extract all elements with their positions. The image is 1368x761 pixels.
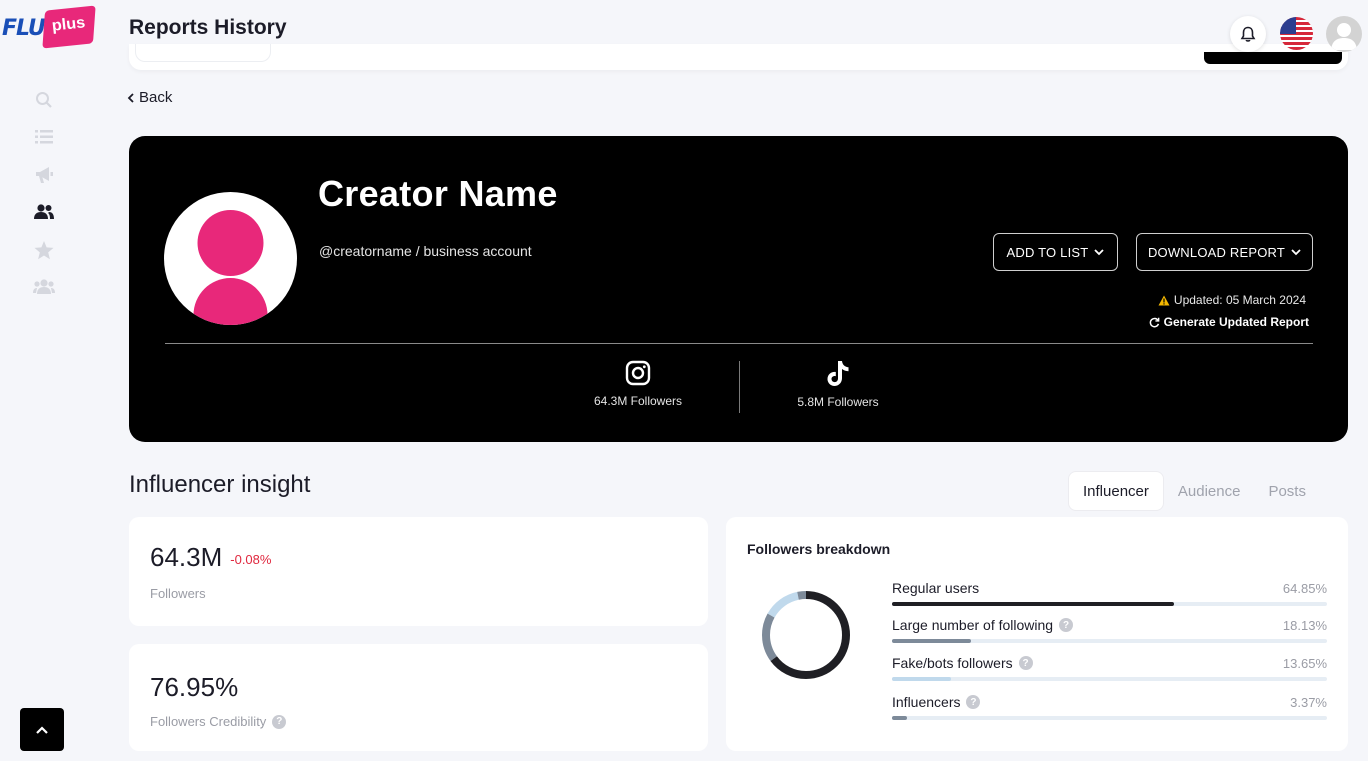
insight-tabs: Influencer Audience Posts — [1068, 471, 1320, 511]
updated-status: Updated: 05 March 2024 — [1158, 293, 1306, 307]
breakdown-label: Regular users — [892, 580, 980, 596]
regenerate-label: Generate Updated Report — [1163, 315, 1309, 329]
users-icon[interactable] — [32, 200, 56, 224]
chevron-down-icon — [1291, 248, 1301, 255]
social-separator — [739, 361, 740, 413]
breakdown-row-influencers: Influencers? 3.37% — [892, 694, 1327, 720]
updated-text: Updated: 05 March 2024 — [1173, 293, 1306, 307]
toolbar-pill[interactable] — [135, 44, 271, 62]
breakdown-bar — [892, 602, 1175, 606]
warning-icon — [1158, 295, 1170, 305]
download-report-label: DOWNLOAD REPORT — [1147, 244, 1286, 260]
section-title: Influencer insight — [129, 471, 311, 498]
tab-audience[interactable]: Audience — [1164, 471, 1255, 511]
breakdown-track — [892, 639, 1327, 643]
language-flag-us-icon[interactable] — [1280, 17, 1313, 50]
page-title: Reports History — [129, 16, 287, 39]
tiktok-stat[interactable]: 5.8M Followers — [763, 360, 913, 409]
scroll-to-top-button[interactable] — [20, 708, 64, 751]
creator-avatar — [164, 192, 297, 325]
breakdown-label: Influencers — [892, 694, 961, 710]
sidebar: FLU plus — [0, 0, 96, 761]
logo-badge: plus — [42, 5, 96, 49]
tiktok-icon — [827, 361, 849, 386]
breakdown-pct: 64.85% — [1282, 581, 1327, 596]
followers-breakdown-card: Followers breakdown Regular users 64.85%… — [726, 517, 1348, 751]
breakdown-label: Large number of following — [892, 617, 1054, 633]
list-icon[interactable] — [32, 125, 56, 149]
credibility-value: 76.95% — [150, 672, 239, 702]
breakdown-bar — [892, 716, 907, 720]
chevron-down-icon — [1094, 248, 1105, 255]
followers-change: -0.08% — [230, 551, 272, 567]
help-icon[interactable]: ? — [1018, 656, 1033, 670]
instagram-followers: 64.3M Followers — [593, 394, 683, 408]
breakdown-pct: 18.13% — [1282, 618, 1327, 633]
help-icon[interactable]: ? — [1059, 618, 1074, 632]
creator-handle: @creatorname / business account — [319, 243, 532, 259]
followers-label: Followers — [150, 586, 206, 601]
followers-value-line: 64.3M -0.08% — [150, 542, 271, 573]
creator-name: Creator Name — [318, 173, 558, 214]
tab-influencer[interactable]: Influencer — [1068, 471, 1164, 511]
breakdown-track — [892, 716, 1327, 720]
credibility-label-text: Followers Credibility — [150, 714, 267, 729]
toolbar-dark-button[interactable] — [1204, 52, 1342, 64]
tiktok-followers: 5.8M Followers — [797, 395, 879, 409]
back-link[interactable]: Back — [127, 89, 172, 106]
logo-text-plus: plus — [50, 14, 87, 35]
credibility-stat-card: 76.95% Followers Credibility ? — [129, 644, 708, 751]
bell-icon — [1240, 26, 1256, 42]
breakdown-label: Fake/bots followers — [892, 655, 1013, 671]
card-divider — [165, 343, 1313, 344]
add-to-list-button[interactable]: ADD TO LIST — [993, 233, 1118, 271]
group-icon[interactable] — [32, 275, 56, 299]
download-report-button[interactable]: DOWNLOAD REPORT — [1136, 233, 1313, 271]
collapsed-toolbar — [129, 44, 1348, 70]
breakdown-track — [892, 677, 1327, 681]
app-logo[interactable]: FLU plus — [2, 5, 98, 58]
breakdown-row-regular-users: Regular users 64.85% — [892, 580, 1327, 606]
notifications-button[interactable] — [1230, 16, 1266, 52]
breakdown-title: Followers breakdown — [747, 541, 891, 557]
breakdown-pct: 13.65% — [1282, 656, 1327, 671]
chevron-left-icon — [127, 92, 134, 103]
breakdown-donut-chart — [762, 591, 850, 679]
back-label: Back — [139, 89, 173, 106]
instagram-icon — [625, 360, 651, 386]
refresh-icon — [1149, 317, 1159, 327]
help-icon[interactable]: ? — [272, 714, 287, 729]
add-to-list-label: ADD TO LIST — [1006, 244, 1089, 260]
creator-profile-card: Creator Name @creatorname / business acc… — [129, 136, 1348, 442]
breakdown-bar — [892, 639, 971, 643]
generate-updated-report-link[interactable]: Generate Updated Report — [1149, 315, 1309, 329]
star-icon[interactable] — [32, 238, 56, 262]
logo-text-flu: FLU — [2, 16, 46, 41]
megaphone-icon[interactable] — [32, 163, 56, 187]
breakdown-row-large-following: Large number of following? 18.13% — [892, 617, 1327, 643]
followers-stat-card: 64.3M -0.08% Followers — [129, 517, 708, 626]
tab-posts[interactable]: Posts — [1254, 471, 1320, 511]
help-icon[interactable]: ? — [966, 695, 981, 709]
search-icon[interactable] — [32, 88, 56, 112]
breakdown-pct: 3.37% — [1290, 695, 1327, 710]
breakdown-row-fake-bots: Fake/bots followers? 13.65% — [892, 655, 1327, 681]
instagram-stat[interactable]: 64.3M Followers — [563, 360, 713, 408]
breakdown-bar — [892, 677, 952, 681]
followers-label-text: Followers — [150, 586, 206, 601]
chevron-up-icon — [36, 725, 48, 734]
breakdown-track — [892, 602, 1327, 606]
user-avatar[interactable] — [1326, 16, 1362, 52]
followers-value: 64.3M — [150, 542, 223, 572]
credibility-label: Followers Credibility ? — [150, 714, 287, 729]
